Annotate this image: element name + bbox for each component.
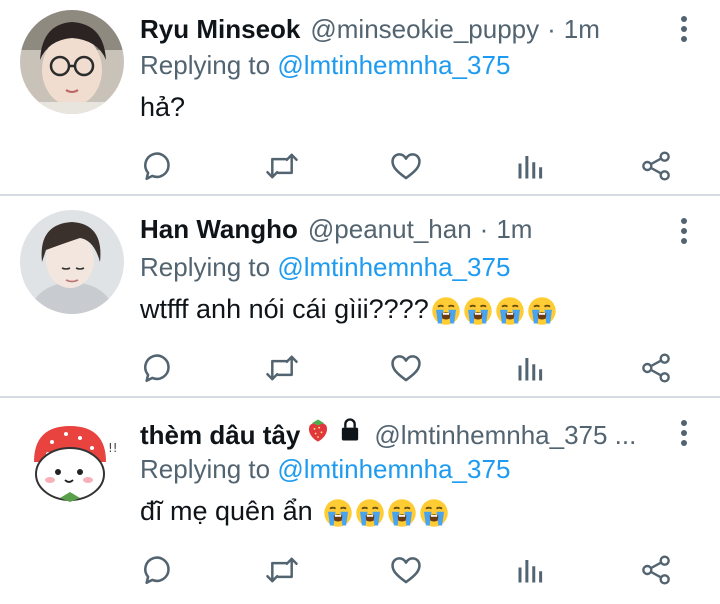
tweet-text: wtfff anh nói cái gìii???? xyxy=(140,294,557,326)
tweet-1[interactable]: Ryu Minseok @minseokie_puppy · 1m Replyi… xyxy=(0,0,720,200)
separator: · xyxy=(479,214,489,244)
tweet-text-content: hả? xyxy=(140,92,186,122)
replying-to: Replying to @lmtinhemnha_375 xyxy=(140,454,510,485)
strawberry-emoji xyxy=(304,416,332,444)
analytics-icon[interactable] xyxy=(511,146,551,186)
tweet-header: Han Wangho @peanut_han · 1m xyxy=(140,214,532,248)
lock-icon xyxy=(336,416,364,444)
timestamp[interactable]: 1m xyxy=(496,214,532,245)
share-icon[interactable] xyxy=(636,348,676,388)
loudly-crying-face-emoji xyxy=(387,498,417,528)
comment-icon[interactable] xyxy=(138,146,178,186)
share-icon[interactable] xyxy=(636,550,676,590)
tweet-header: thèm dâu tây @lmtinhemnha_375 ... xyxy=(140,416,636,450)
display-name[interactable]: Ryu Minseok xyxy=(140,14,300,45)
tweet-text: hả? xyxy=(140,92,185,123)
svg-text:!!: !! xyxy=(108,441,118,455)
display-name[interactable]: Han Wangho xyxy=(140,214,298,245)
user-handle[interactable]: @peanut_han xyxy=(308,214,472,245)
emoji-group xyxy=(321,496,449,528)
loudly-crying-face-emoji xyxy=(355,498,385,528)
loudly-crying-face-emoji xyxy=(527,296,557,326)
replying-mention[interactable]: @lmtinhemnha_375 xyxy=(277,454,510,484)
replying-prefix: Replying to xyxy=(140,252,271,282)
more-vertical-icon[interactable] xyxy=(680,420,688,450)
replying-prefix: Replying to xyxy=(140,454,271,484)
user-handle[interactable]: @lmtinhemnha_375 ... xyxy=(374,420,636,451)
emoji-group xyxy=(429,294,557,326)
tweet-header: Ryu Minseok @minseokie_puppy · 1m xyxy=(140,14,600,48)
divider xyxy=(0,194,720,196)
tweet-actions xyxy=(138,550,678,590)
replying-mention[interactable]: @lmtinhemnha_375 xyxy=(277,50,510,80)
tweet-actions xyxy=(138,146,678,186)
replying-prefix: Replying to xyxy=(140,50,271,80)
more-vertical-icon[interactable] xyxy=(680,16,688,46)
replying-to: Replying to @lmtinhemnha_375 xyxy=(140,50,510,81)
tweet-text-content: đĩ mẹ quên ẩn xyxy=(140,496,313,527)
avatar-han-wangho[interactable] xyxy=(20,210,124,314)
comment-icon[interactable] xyxy=(138,550,178,590)
heart-icon[interactable] xyxy=(386,550,426,590)
retweet-icon[interactable] xyxy=(262,550,302,590)
more-vertical-icon[interactable] xyxy=(680,218,688,248)
loudly-crying-face-emoji xyxy=(431,296,461,326)
loudly-crying-face-emoji xyxy=(495,296,525,326)
tweet-2[interactable]: Han Wangho @peanut_han · 1m Replying to … xyxy=(0,202,720,402)
avatar-ryu-minseok[interactable] xyxy=(20,10,124,114)
timestamp[interactable]: 1m xyxy=(564,14,600,45)
user-handle[interactable]: @minseokie_puppy xyxy=(310,14,539,45)
analytics-icon[interactable] xyxy=(511,348,551,388)
avatar-them-dau-tay[interactable]: !! xyxy=(20,412,124,516)
tweet-actions xyxy=(138,348,678,388)
tweet-text: đĩ mẹ quên ẩn xyxy=(140,496,449,528)
share-icon[interactable] xyxy=(636,146,676,186)
loudly-crying-face-emoji xyxy=(463,296,493,326)
heart-icon[interactable] xyxy=(386,146,426,186)
comment-icon[interactable] xyxy=(138,348,178,388)
analytics-icon[interactable] xyxy=(511,550,551,590)
loudly-crying-face-emoji xyxy=(419,498,449,528)
display-name[interactable]: thèm dâu tây xyxy=(140,420,300,451)
loudly-crying-face-emoji xyxy=(323,498,353,528)
tweet-text-content: wtfff anh nói cái gìii???? xyxy=(140,294,429,325)
divider xyxy=(0,396,720,398)
retweet-icon[interactable] xyxy=(262,146,302,186)
retweet-icon[interactable] xyxy=(262,348,302,388)
replying-mention[interactable]: @lmtinhemnha_375 xyxy=(277,252,510,282)
separator: · xyxy=(547,14,556,44)
heart-icon[interactable] xyxy=(386,348,426,388)
replying-to: Replying to @lmtinhemnha_375 xyxy=(140,252,510,283)
tweet-3[interactable]: !! thèm dâu tây @lmtinhemnha_375 ... Rep… xyxy=(0,404,720,604)
